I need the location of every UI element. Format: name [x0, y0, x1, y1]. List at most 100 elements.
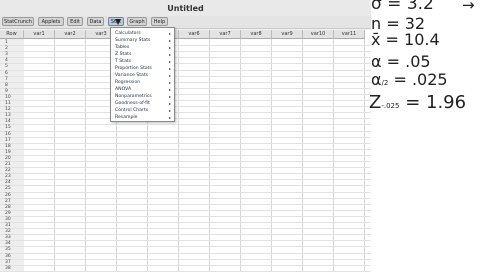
- stat-menu-item[interactable]: Resample ▸: [111, 114, 174, 121]
- column-header-var11[interactable]: var11: [334, 30, 365, 39]
- stat-menu-item-label: Summary Stats: [115, 38, 151, 43]
- statcrunch-window: Untitled StatCrunch Applets Edit Data St…: [0, 0, 371, 272]
- grid-row-line: [0, 215, 371, 217]
- note-z-value: = 1.96: [399, 92, 467, 113]
- data-menu-button[interactable]: Data: [87, 17, 104, 26]
- note-sigma: σ = 3.2: [371, 0, 434, 14]
- row-number: 14: [5, 119, 11, 125]
- submenu-arrow-icon: ▸: [168, 73, 171, 78]
- row-header: Row: [0, 30, 24, 39]
- submenu-arrow-icon: ▸: [168, 38, 171, 43]
- row-number: 7: [5, 76, 8, 82]
- grid-row-line: [0, 167, 371, 169]
- stat-menu-item[interactable]: Calculators ▸: [111, 30, 174, 37]
- grid-row-line: [0, 124, 371, 126]
- row-number: 38: [5, 265, 11, 271]
- data-grid[interactable]: Row var1var2var3var4var5var6var7var8var9…: [0, 30, 371, 272]
- grid-row-line: [0, 197, 371, 199]
- stat-menu-item-label: T Stats: [115, 59, 131, 64]
- row-number: 6: [5, 70, 8, 76]
- column-header-var2[interactable]: var2: [55, 30, 86, 39]
- stat-menu-item[interactable]: Proportion Stats ▸: [111, 65, 174, 72]
- graph-menu-button[interactable]: Graph: [127, 17, 147, 26]
- row-number: 22: [5, 168, 11, 174]
- stat-menu-item-label: Variance Stats: [115, 73, 149, 78]
- submenu-arrow-icon: ▸: [168, 45, 171, 50]
- grid-row-line: [0, 209, 371, 211]
- note-alpha-half: α/2 = .025: [371, 70, 448, 89]
- grid-row-line: [0, 264, 371, 266]
- grid-row-line: [0, 136, 371, 138]
- grid-row-line: [0, 63, 371, 65]
- stat-menu-item[interactable]: ANOVA ▸: [111, 86, 174, 93]
- note-alpha: α = .05: [371, 52, 431, 71]
- stat-menu-item-label: Proportion Stats: [115, 66, 152, 71]
- grid-row-line: [0, 185, 371, 187]
- row-number: 18: [5, 143, 11, 149]
- grid-row-line: [0, 45, 371, 47]
- stat-menu-item[interactable]: Tables ▸: [111, 44, 174, 51]
- row-number: 19: [5, 149, 11, 155]
- statcrunch-menu-button[interactable]: StatCrunch: [2, 17, 34, 26]
- window-title: Untitled: [167, 4, 204, 13]
- column-header-var7[interactable]: var7: [210, 30, 241, 39]
- submenu-arrow-icon: ▸: [168, 59, 171, 64]
- applets-menu-button[interactable]: Applets: [38, 17, 64, 26]
- column-header-var9[interactable]: var9: [272, 30, 303, 39]
- column-header-var6[interactable]: var6: [179, 30, 210, 39]
- row-number: 3: [5, 52, 8, 58]
- grid-row-line: [0, 154, 371, 156]
- edit-menu-button[interactable]: Edit: [67, 17, 83, 26]
- grid-row-line: [0, 191, 371, 193]
- stat-menu-item[interactable]: Control Charts ▸: [111, 107, 174, 114]
- row-number: 35: [5, 247, 11, 253]
- row-number: 2: [5, 46, 8, 52]
- column-header-var10[interactable]: var10: [303, 30, 334, 39]
- grid-row-line: [0, 118, 371, 120]
- row-number: 9: [5, 88, 8, 94]
- column-header-var8[interactable]: var8: [241, 30, 272, 39]
- row-number: 16: [5, 131, 11, 137]
- submenu-arrow-icon: ▸: [168, 101, 171, 106]
- submenu-arrow-icon: ▸: [168, 94, 171, 99]
- grid-row-line: [0, 112, 371, 114]
- stat-menu-item[interactable]: T Stats ▸: [111, 58, 174, 65]
- stat-menu-item[interactable]: Z Stats ▸: [111, 51, 174, 58]
- grid-row-line: [0, 87, 371, 89]
- stat-menu-item[interactable]: Goodness-of-fit ▸: [111, 100, 174, 107]
- row-number: 29: [5, 210, 11, 216]
- column-header-var1[interactable]: var1: [24, 30, 55, 39]
- row-number: 28: [5, 204, 11, 210]
- submenu-arrow-icon: ▸: [168, 115, 171, 120]
- grid-row-line: [0, 106, 371, 108]
- note-alpha-half-value: = .025: [388, 70, 448, 89]
- title-bar: Untitled: [0, 0, 371, 17]
- help-menu-button[interactable]: Help: [151, 17, 168, 26]
- grid-row-line: [0, 203, 371, 205]
- stat-menu-item[interactable]: Summary Stats ▸: [111, 37, 174, 44]
- row-number: 13: [5, 113, 11, 119]
- stat-menu-item-label: Regression: [115, 80, 141, 85]
- grid-row-line: [0, 179, 371, 181]
- stat-menu-item-label: Tables: [115, 45, 130, 50]
- note-xbar: x̄ = 10.4: [371, 30, 440, 49]
- row-number: 4: [5, 58, 8, 64]
- note-z-sub: -.025: [381, 102, 400, 110]
- grid-row-line: [0, 93, 371, 95]
- submenu-arrow-icon: ▸: [168, 87, 171, 92]
- stat-menu-item[interactable]: Regression ▸: [111, 79, 174, 86]
- row-number: 12: [5, 107, 11, 113]
- row-number: 37: [5, 259, 11, 265]
- grid-row-line: [0, 234, 371, 236]
- grid-row-line: [0, 252, 371, 254]
- grid-row-line: [0, 258, 371, 260]
- stat-menu-item-label: Control Charts: [115, 108, 149, 113]
- row-number: 10: [5, 94, 11, 100]
- row-number: 17: [5, 137, 11, 143]
- row-number: 26: [5, 192, 11, 198]
- stat-menu-item[interactable]: Nonparametrics ▸: [111, 93, 174, 100]
- stat-menu-item[interactable]: Variance Stats ▸: [111, 72, 174, 79]
- submenu-arrow-icon: ▸: [168, 31, 171, 36]
- stat-menu-item-label: Calculators: [115, 31, 141, 36]
- grid-row-line: [0, 240, 371, 242]
